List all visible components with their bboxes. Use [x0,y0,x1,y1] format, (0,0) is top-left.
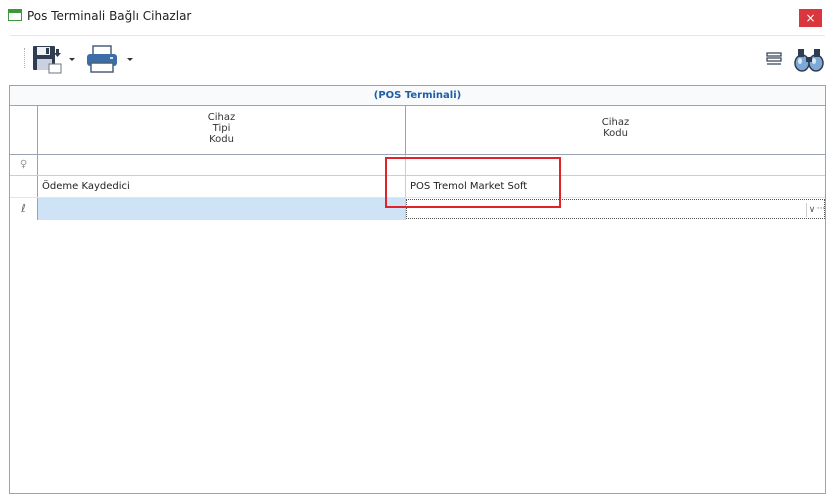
filter-cell-cihaz-tipi-kodu[interactable] [38,155,406,175]
column-header-cihaz-kodu[interactable]: Cihaz Kodu [406,106,825,155]
save-icon[interactable] [31,44,62,74]
group-header-label: (POS Terminali) [373,90,462,101]
devices-grid: (POS Terminali) Cihaz Tipi Kodu Cihaz Ko… [9,85,826,494]
cell-cihaz-tipi-kodu[interactable]: Ödeme Kaydedici [38,176,406,197]
window: Pos Terminali Bağlı Cihazlar × (POS Term… [0,0,829,502]
title-divider [10,35,825,36]
column-chooser-icon[interactable] [766,52,782,66]
annotation-highlight-box [385,157,561,208]
save-dropdown-icon[interactable] [68,57,76,63]
ellipsis-button[interactable]: ··· [816,203,826,217]
group-header: (POS Terminali) [10,86,825,106]
title-bar: Pos Terminali Bağlı Cihazlar × [0,0,829,32]
column-header-line: Tipi [212,123,231,134]
close-button[interactable]: × [799,9,822,27]
column-header-line: Kodu [209,134,234,145]
filter-icon: ♀ [10,155,38,175]
toolbar [0,38,829,80]
print-dropdown-icon[interactable] [126,57,134,63]
indicator-column-header [10,106,38,155]
column-header-line: Cihaz [207,112,236,123]
edit-pencil-icon: ℓ [10,198,38,220]
new-cell-cihaz-tipi-kodu[interactable] [38,198,406,220]
column-header-line: Kodu [603,128,628,139]
row-indicator [10,176,38,197]
column-header-line: Cihaz [601,117,630,128]
print-icon[interactable] [85,44,119,74]
window-title: Pos Terminali Bağlı Cihazlar [27,9,192,23]
toolbar-grip[interactable] [24,48,27,68]
column-header-cihaz-tipi-kodu[interactable]: Cihaz Tipi Kodu [38,106,406,155]
window-icon [8,9,22,21]
binoculars-icon[interactable] [793,47,825,73]
